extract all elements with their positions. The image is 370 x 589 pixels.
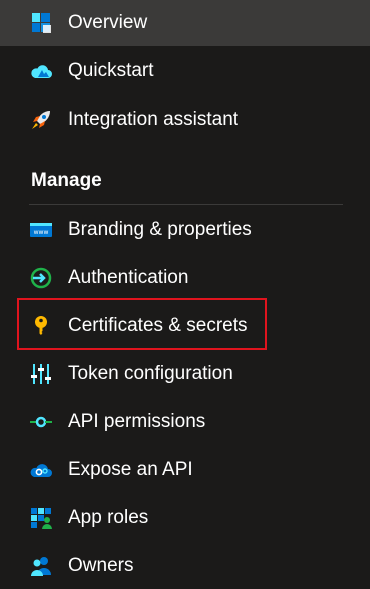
key-icon (29, 314, 53, 338)
app-registration-nav: Overview Quickstart Integration assistan… (0, 0, 370, 587)
nav-item-owners[interactable]: Owners (0, 543, 370, 589)
sliders-icon (29, 362, 53, 386)
authentication-icon (29, 266, 53, 290)
nav-item-label: Quickstart (68, 60, 154, 81)
nav-item-authentication[interactable]: Authentication (0, 255, 370, 301)
overview-icon (29, 11, 53, 35)
nav-item-api-permissions[interactable]: API permissions (0, 399, 370, 445)
nav-item-quickstart[interactable]: Quickstart (0, 48, 370, 94)
cloud-gear-icon (29, 458, 53, 482)
nav-item-label: Certificates & secrets (68, 315, 248, 336)
nav-item-label: Authentication (68, 267, 189, 288)
app-roles-icon (29, 506, 53, 530)
nav-item-app-roles[interactable]: App roles (0, 495, 370, 541)
nav-item-integration-assistant[interactable]: Integration assistant (0, 97, 370, 143)
cloud-icon (29, 59, 53, 83)
api-permissions-icon (29, 410, 53, 434)
nav-item-branding-properties[interactable]: www Branding & properties (0, 207, 370, 253)
owners-icon (29, 554, 53, 578)
nav-item-label: API permissions (68, 411, 206, 432)
nav-item-token-configuration[interactable]: Token configuration (0, 351, 370, 397)
nav-item-label: App roles (68, 507, 149, 528)
nav-item-label: Owners (68, 555, 134, 576)
nav-item-label: Expose an API (68, 459, 193, 480)
nav-item-label: Overview (68, 12, 148, 33)
section-divider (29, 204, 343, 205)
nav-item-expose-an-api[interactable]: Expose an API (0, 447, 370, 493)
svg-text:www: www (34, 229, 49, 236)
nav-item-certificates-secrets[interactable]: Certificates & secrets (0, 303, 370, 349)
nav-item-label: Integration assistant (68, 109, 239, 130)
section-title-manage: Manage (31, 170, 102, 191)
rocket-icon (29, 108, 53, 132)
nav-item-label: Token configuration (68, 363, 233, 384)
nav-item-label: Branding & properties (68, 219, 252, 240)
branding-icon: www (29, 218, 53, 242)
nav-item-overview[interactable]: Overview (0, 0, 370, 46)
